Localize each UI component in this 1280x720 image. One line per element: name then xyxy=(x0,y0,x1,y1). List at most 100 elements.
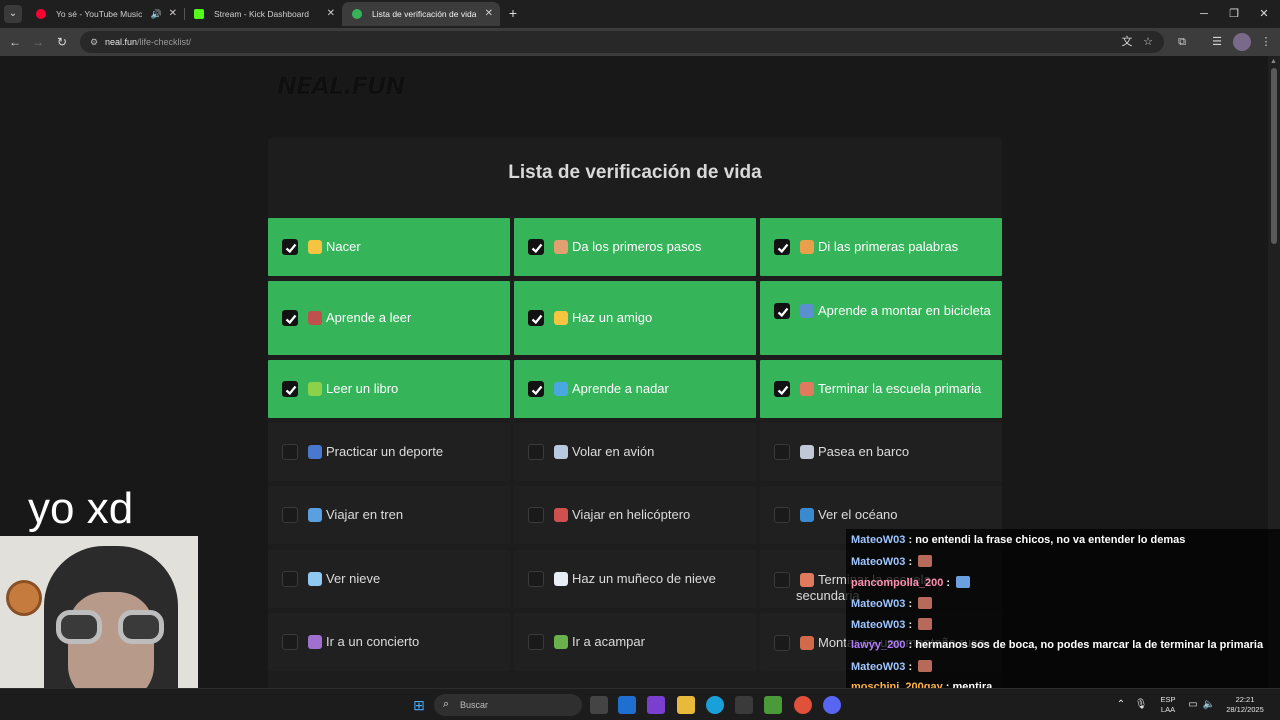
translate-icon[interactable]: 文 xyxy=(1118,33,1136,51)
checklist-item[interactable]: Haz un muñeco de nieve xyxy=(514,550,756,608)
minimize-button[interactable]: ─ xyxy=(1188,0,1220,28)
checklist-item[interactable]: Viajar en tren xyxy=(268,486,510,544)
windows-start-icon[interactable]: ⊞ xyxy=(410,696,428,714)
item-emoji-icon xyxy=(308,382,322,396)
item-label: Haz un amigo xyxy=(572,310,653,325)
chat-message: lawyy_200 : hermanos sos de boca, no pod… xyxy=(851,639,1264,651)
goggle-right xyxy=(118,610,164,644)
checklist-item[interactable]: Da los primeros pasos xyxy=(514,218,756,276)
forward-arrow-icon[interactable]: → xyxy=(28,32,48,52)
item-emoji-icon xyxy=(554,311,568,325)
back-arrow-icon[interactable]: ← xyxy=(5,32,25,52)
bookmark-star-icon[interactable]: ☆ xyxy=(1139,33,1157,51)
unchecked-checkbox[interactable] xyxy=(774,572,790,588)
media-controls-icon[interactable]: ☰ xyxy=(1208,33,1226,51)
unchecked-checkbox[interactable] xyxy=(774,507,790,523)
teams-icon[interactable] xyxy=(647,696,665,714)
checklist-item[interactable]: Nacer xyxy=(268,218,510,276)
checklist-item[interactable]: Haz un amigo xyxy=(514,281,756,355)
checked-checkbox[interactable] xyxy=(528,239,544,255)
tab-search-button[interactable]: ⌄ xyxy=(4,5,22,23)
checked-checkbox[interactable] xyxy=(282,381,298,397)
item-label: Ir a un concierto xyxy=(326,634,420,649)
checked-checkbox[interactable] xyxy=(528,310,544,326)
url-text[interactable]: neal.fun/life-checklist/ xyxy=(105,31,191,53)
checklist-item[interactable]: Aprende a montar en bicicleta xyxy=(760,281,1002,355)
clock[interactable]: 22:21 28/12/2025 xyxy=(1222,689,1268,720)
checked-checkbox[interactable] xyxy=(774,303,790,319)
checklist-item[interactable]: Practicar un deporte xyxy=(268,423,510,481)
unchecked-checkbox[interactable] xyxy=(528,444,544,460)
taskbar-search[interactable]: ⌕ Buscar xyxy=(434,694,582,716)
reload-icon[interactable]: ↻ xyxy=(52,32,72,52)
speaker-icon[interactable]: 🔊 xyxy=(151,2,162,26)
checklist-item[interactable]: Aprende a leer xyxy=(268,281,510,355)
close-window-button[interactable]: ✕ xyxy=(1248,0,1280,28)
checklist-item[interactable]: Viajar en helicóptero xyxy=(514,486,756,544)
unchecked-checkbox[interactable] xyxy=(282,444,298,460)
item-emoji-icon xyxy=(308,240,322,254)
tab-youtube-music[interactable]: Yo sé - YouTube Music 🔊 ✕ xyxy=(26,2,184,26)
menu-kebab-icon[interactable]: ⋮ xyxy=(1257,33,1275,51)
maximize-button[interactable]: ❐ xyxy=(1218,0,1250,28)
profile-avatar[interactable] xyxy=(1233,33,1251,51)
close-tab-icon[interactable]: ✕ xyxy=(169,2,177,26)
file-explorer-icon[interactable] xyxy=(677,696,695,714)
site-info-icon[interactable]: ⚙ xyxy=(88,36,100,48)
checklist-item[interactable]: Ir a un concierto xyxy=(268,613,510,671)
unchecked-checkbox[interactable] xyxy=(282,507,298,523)
address-bar[interactable]: ⚙ neal.fun/life-checklist/ 文 ☆ xyxy=(80,31,1164,53)
language-indicator[interactable]: ESP LAA xyxy=(1154,689,1182,720)
network-icon[interactable]: ▭ xyxy=(1186,689,1200,720)
item-emoji-icon xyxy=(308,635,322,649)
tab-kick-dashboard[interactable]: Stream - Kick Dashboard ✕ xyxy=(184,2,342,26)
discord-icon[interactable] xyxy=(823,696,841,714)
windows-taskbar: ⊞ ⌕ Buscar ⌃ 🎙 ESP LAA ▭ 🔈 22:21 28/12/202… xyxy=(0,688,1280,720)
close-tab-icon[interactable]: ✕ xyxy=(327,2,335,26)
unchecked-checkbox[interactable] xyxy=(528,571,544,587)
outlook-icon[interactable] xyxy=(618,696,636,714)
new-tab-button[interactable]: + xyxy=(505,4,521,22)
unchecked-checkbox[interactable] xyxy=(528,507,544,523)
checked-checkbox[interactable] xyxy=(528,381,544,397)
microphone-icon[interactable]: 🎙 xyxy=(1134,689,1148,720)
unchecked-checkbox[interactable] xyxy=(774,635,790,651)
checked-checkbox[interactable] xyxy=(282,310,298,326)
checklist-item[interactable]: Aprende a nadar xyxy=(514,360,756,418)
scrollbar-thumb[interactable] xyxy=(1271,68,1277,244)
chrome-icon[interactable] xyxy=(794,696,812,714)
checked-checkbox[interactable] xyxy=(282,239,298,255)
item-emoji-icon xyxy=(800,240,814,254)
edge-icon[interactable] xyxy=(706,696,724,714)
task-view-icon[interactable] xyxy=(590,696,608,714)
checklist-item[interactable]: Volar en avión xyxy=(514,423,756,481)
close-tab-icon[interactable]: ✕ xyxy=(485,2,493,26)
unchecked-checkbox[interactable] xyxy=(774,444,790,460)
checklist-item[interactable]: Terminar la escuela primaria xyxy=(760,360,1002,418)
checklist-item[interactable]: Pasea en barco xyxy=(760,423,1002,481)
volume-icon[interactable]: 🔈 xyxy=(1202,689,1216,720)
item-label: Haz un muñeco de nieve xyxy=(572,571,716,586)
item-emoji-icon xyxy=(554,572,568,586)
store-icon[interactable] xyxy=(735,696,753,714)
checklist-item[interactable]: Di las primeras palabras xyxy=(760,218,1002,276)
tray-overflow-icon[interactable]: ⌃ xyxy=(1114,689,1128,720)
checklist-item[interactable]: Ver nieve xyxy=(268,550,510,608)
scroll-up-arrow-icon[interactable]: ▲ xyxy=(1270,58,1277,65)
extensions-icon[interactable]: ⧉ xyxy=(1173,33,1191,51)
site-logo[interactable]: NEAL.FUN xyxy=(277,72,405,100)
tab-title: Lista de verificación de vida xyxy=(372,9,477,19)
minecraft-icon[interactable] xyxy=(764,696,782,714)
unchecked-checkbox[interactable] xyxy=(282,571,298,587)
checked-checkbox[interactable] xyxy=(774,239,790,255)
checked-checkbox[interactable] xyxy=(774,381,790,397)
tab-life-checklist[interactable]: Lista de verificación de vida ✕ xyxy=(342,2,500,26)
chat-emote-icon xyxy=(918,660,933,672)
checklist-item[interactable]: Ir a acampar xyxy=(514,613,756,671)
unchecked-checkbox[interactable] xyxy=(528,634,544,650)
item-emoji-icon xyxy=(308,572,322,586)
checklist-icon xyxy=(352,9,362,19)
checklist-item[interactable]: Leer un libro xyxy=(268,360,510,418)
search-icon: ⌕ xyxy=(443,698,450,710)
unchecked-checkbox[interactable] xyxy=(282,634,298,650)
